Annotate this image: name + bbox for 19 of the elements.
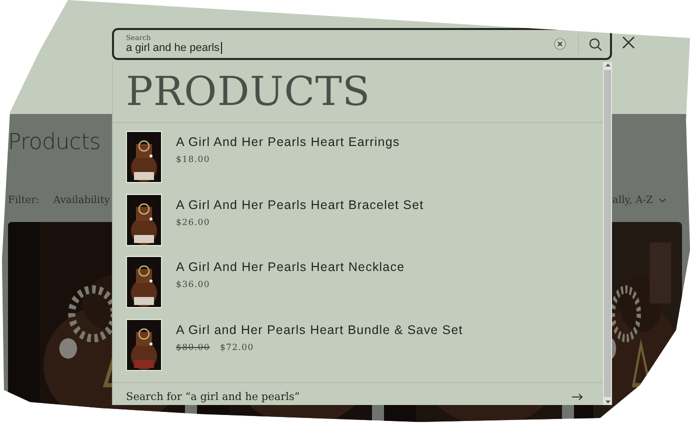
arrow-icon [572, 393, 583, 401]
search-button[interactable] [589, 38, 602, 50]
close-button[interactable] [622, 36, 635, 49]
results-heading: PRODUCTS [126, 68, 370, 116]
filter-label: Filter: [8, 194, 40, 206]
product-price: $36.00 [176, 280, 210, 290]
product-price: $26.00 [176, 218, 210, 228]
product-link[interactable]: A Girl And Her Pearls Heart Bracelet Set [176, 198, 424, 212]
scroll-up-icon[interactable] [604, 62, 610, 68]
clear-button[interactable] [554, 38, 566, 50]
product-link[interactable]: A Girl And Her Pearls Heart Necklace [176, 260, 405, 274]
product-price: $72.00 [220, 343, 254, 354]
chevron-icon [659, 198, 666, 202]
product-link[interactable]: A Girl And Her Pearls Heart Earrings [176, 134, 400, 149]
compare-price: $80.00 [176, 343, 210, 354]
product-price: $18.00 [176, 154, 210, 165]
product-link[interactable]: A Girl and Her Pearls Heart Bundle & Save Set [176, 323, 463, 338]
page-title: Products [8, 130, 101, 156]
scroll-down-icon[interactable] [604, 399, 610, 405]
